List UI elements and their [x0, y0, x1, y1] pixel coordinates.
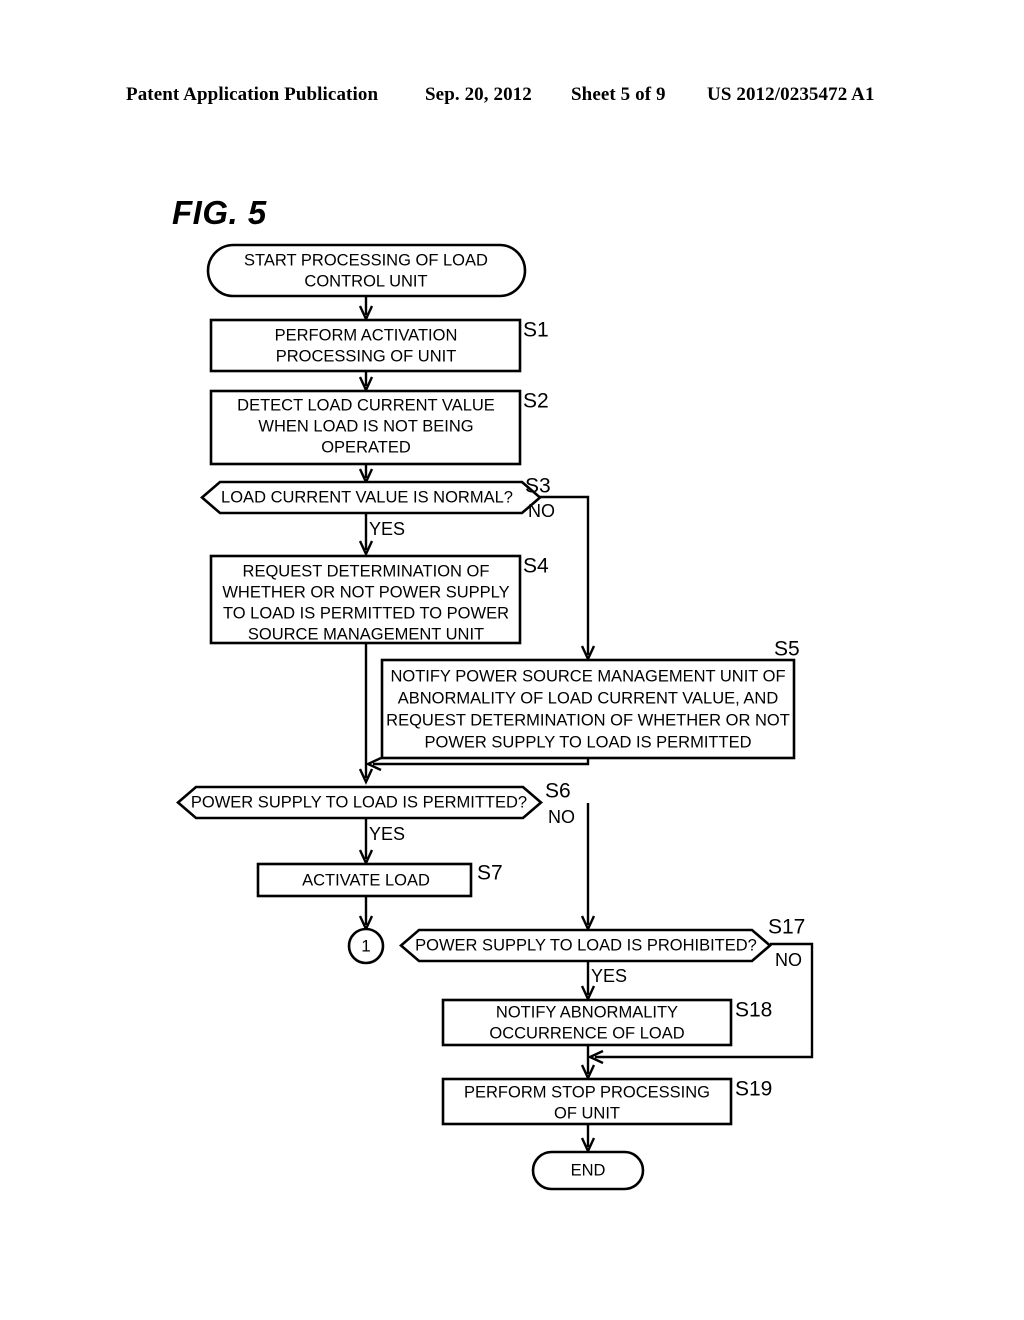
s4-step-tag: S4	[523, 555, 549, 578]
s5-line-3: REQUEST DETERMINATION OF WHETHER OR NOT	[386, 711, 790, 729]
s5-step-tag: S5	[774, 638, 800, 661]
edge-s1-to-s2	[358, 371, 374, 393]
s5-line-4: POWER SUPPLY TO LOAD IS PERMITTED	[424, 733, 751, 751]
edge-s6-no-to-s17	[580, 803, 596, 932]
node-s17: POWER SUPPLY TO LOAD IS PROHIBITED? S17 …	[399, 916, 805, 986]
s5-line-1: NOTIFY POWER SOURCE MANAGEMENT UNIT OF	[390, 667, 785, 685]
flowchart-diagram: START PROCESSING OF LOAD CONTROL UNIT PE…	[176, 243, 814, 1191]
node-s3: LOAD CURRENT VALUE IS NORMAL? S3 YES NO	[200, 475, 555, 539]
s3-no-label: NO	[528, 501, 555, 521]
s19-line-1: PERFORM STOP PROCESSING	[464, 1083, 710, 1101]
s6-line-1: POWER SUPPLY TO LOAD IS PERMITTED?	[191, 793, 527, 811]
s3-yes-label: YES	[369, 519, 405, 539]
edge-s5-to-merge	[365, 756, 590, 772]
s17-step-tag: S17	[768, 916, 805, 939]
s18-line-2: OCCURRENCE OF LOAD	[489, 1024, 684, 1042]
s1-line-2: PROCESSING OF UNIT	[276, 347, 457, 365]
node-start: START PROCESSING OF LOAD CONTROL UNIT	[206, 243, 527, 298]
s6-no-label: NO	[548, 807, 575, 827]
node-s6: POWER SUPPLY TO LOAD IS PERMITTED? S6 YE…	[176, 780, 575, 844]
s3-line-1: LOAD CURRENT VALUE IS NORMAL?	[221, 488, 513, 506]
node-s2: DETECT LOAD CURRENT VALUE WHEN LOAD IS N…	[209, 390, 549, 466]
node-s4: REQUEST DETERMINATION OF WHETHER OR NOT …	[209, 555, 549, 645]
s6-yes-label: YES	[369, 824, 405, 844]
s2-line-3: OPERATED	[321, 438, 411, 456]
s5-line-2: ABNORMALITY OF LOAD CURRENT VALUE, AND	[398, 689, 779, 707]
start-line-1: START PROCESSING OF LOAD	[244, 251, 488, 269]
s19-line-2: OF UNIT	[554, 1104, 620, 1122]
s4-line-2: WHETHER OR NOT POWER SUPPLY	[222, 583, 509, 601]
edge-s2-to-s3	[358, 464, 374, 485]
patent-figure-page: Patent Application Publication Sep. 20, …	[0, 0, 1024, 1320]
s17-yes-label: YES	[591, 966, 627, 986]
s7-step-tag: S7	[477, 862, 503, 885]
edge-s19-to-end	[580, 1124, 596, 1154]
s19-step-tag: S19	[735, 1078, 772, 1101]
s4-line-1: REQUEST DETERMINATION OF	[243, 562, 490, 580]
s7-line-1: ACTIVATE LOAD	[302, 871, 430, 889]
s4-line-3: TO LOAD IS PERMITTED TO POWER	[223, 604, 509, 622]
s4-line-4: SOURCE MANAGEMENT UNIT	[248, 625, 484, 643]
start-line-2: CONTROL UNIT	[304, 272, 427, 290]
s18-line-1: NOTIFY ABNORMALITY	[496, 1003, 678, 1021]
s6-step-tag: S6	[545, 780, 571, 803]
s18-step-tag: S18	[735, 999, 772, 1022]
end-label: END	[571, 1161, 606, 1179]
node-end: END	[531, 1150, 645, 1191]
node-s18: NOTIFY ABNORMALITY OCCURRENCE OF LOAD S1…	[441, 999, 772, 1047]
edge-s18-to-s19	[580, 1044, 596, 1081]
s2-line-1: DETECT LOAD CURRENT VALUE	[237, 396, 495, 414]
s17-line-1: POWER SUPPLY TO LOAD IS PROHIBITED?	[415, 936, 757, 954]
s3-step-tag: S3	[525, 475, 551, 498]
s17-no-label: NO	[775, 950, 802, 970]
node-connector-1: 1	[347, 927, 385, 965]
node-s7: ACTIVATE LOAD S7	[256, 862, 503, 898]
edge-s4-to-merge	[358, 643, 374, 785]
s1-step-tag: S1	[523, 319, 549, 342]
connector-1-label: 1	[361, 936, 370, 955]
s2-step-tag: S2	[523, 390, 549, 413]
node-s19: PERFORM STOP PROCESSING OF UNIT S19	[441, 1078, 772, 1126]
s2-line-2: WHEN LOAD IS NOT BEING	[258, 417, 473, 435]
node-s1: PERFORM ACTIVATION PROCESSING OF UNIT S1	[209, 319, 549, 373]
edge-start-to-s1	[358, 296, 374, 322]
edge-s3-no-to-s5	[540, 495, 596, 662]
edge-s7-to-connector	[358, 896, 374, 932]
s1-line-1: PERFORM ACTIVATION	[275, 326, 458, 344]
